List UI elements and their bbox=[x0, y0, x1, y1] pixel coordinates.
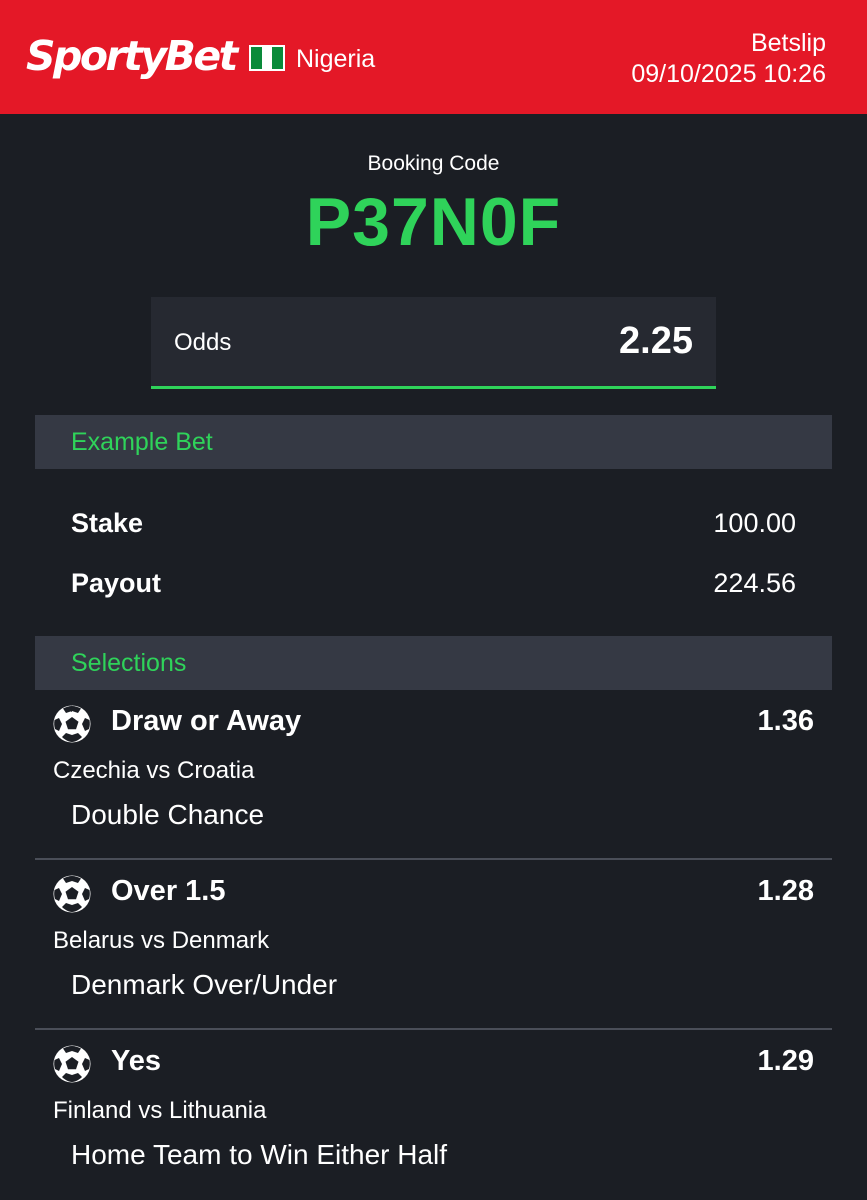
header-info: Betslip 09/10/2025 10:26 bbox=[631, 28, 826, 90]
total-odds-box: Odds 2.25 bbox=[151, 297, 716, 389]
market-label: Double Chance bbox=[71, 799, 265, 830]
top-header: SportyBet Nigeria Betslip 09/10/2025 10:… bbox=[0, 0, 867, 114]
pick-label: Over 1.5 bbox=[111, 875, 226, 907]
soccer-ball-icon bbox=[53, 875, 91, 913]
sportybet-logo[interactable]: SportyBet bbox=[26, 30, 238, 82]
pick-odds: 1.29 bbox=[757, 1045, 814, 1077]
betslip-title: Betslip bbox=[750, 29, 826, 57]
selections-header: Selections bbox=[35, 636, 832, 690]
match-label: Belarus vs Denmark bbox=[53, 927, 270, 954]
match-label: Czechia vs Croatia bbox=[53, 757, 255, 784]
soccer-ball-icon bbox=[53, 705, 91, 743]
pick-label: Yes bbox=[111, 1045, 161, 1077]
example-bet-header: Example Bet bbox=[35, 415, 832, 469]
booking-code-label: Booking Code bbox=[367, 152, 500, 175]
match-label: Finland vs Lithuania bbox=[53, 1097, 267, 1124]
stake-value: 100.00 bbox=[713, 508, 796, 538]
selection-item[interactable]: Over 1.5 1.28 Belarus vs Denmark Denmark… bbox=[35, 860, 832, 1030]
pick-odds: 1.36 bbox=[757, 705, 814, 737]
market-label: Home Team to Win Either Half bbox=[71, 1139, 448, 1170]
odds-value: 2.25 bbox=[619, 320, 693, 362]
example-bet-heading: Example Bet bbox=[71, 428, 213, 456]
nigeria-flag-icon bbox=[249, 45, 285, 71]
odds-label: Odds bbox=[174, 329, 232, 356]
selection-item[interactable]: Draw or Away 1.36 Czechia vs Croatia Dou… bbox=[35, 690, 832, 860]
pick-label: Draw or Away bbox=[111, 705, 302, 737]
datetime-label: 09/10/2025 10:26 bbox=[631, 60, 826, 88]
market-label: Denmark Over/Under bbox=[71, 969, 338, 1000]
selections-heading: Selections bbox=[71, 649, 187, 677]
selection-item[interactable]: Yes 1.29 Finland vs Lithuania Home Team … bbox=[35, 1030, 832, 1200]
booking-code[interactable]: P37N0F bbox=[0, 184, 867, 260]
stake-label: Stake bbox=[71, 508, 144, 538]
payout-value: 224.56 bbox=[713, 568, 796, 598]
payout-label: Payout bbox=[71, 568, 162, 598]
pick-odds: 1.28 bbox=[757, 875, 814, 907]
soccer-ball-icon bbox=[53, 1045, 91, 1083]
country-label: Nigeria bbox=[296, 45, 376, 73]
